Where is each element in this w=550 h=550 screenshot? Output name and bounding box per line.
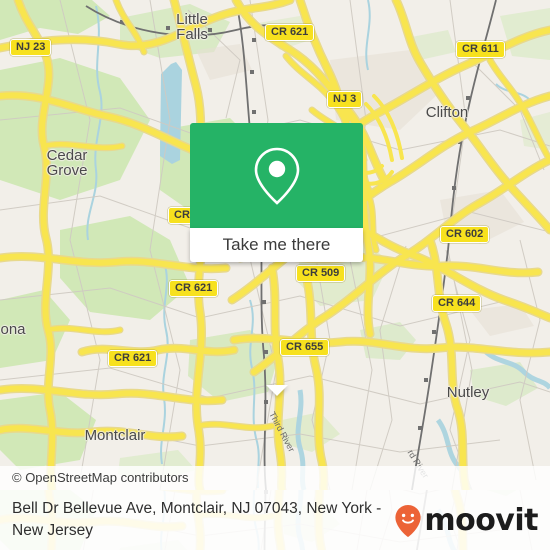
map-place-label: Nutley <box>446 384 490 401</box>
map-place-label: Montclair <box>84 427 146 444</box>
location-popup-card[interactable]: Take me there <box>190 123 363 396</box>
moovit-logo[interactable]: moovit <box>394 504 538 538</box>
moovit-wordmark: moovit <box>424 503 538 538</box>
moovit-pin-icon <box>395 505 421 537</box>
route-shield-cr-509[interactable]: CR 509 <box>296 265 346 282</box>
take-me-there-label: Take me there <box>222 235 331 254</box>
map-place-label: Cedar Grove <box>46 147 88 179</box>
map-place-label: ona <box>0 321 26 338</box>
popup-card-header <box>190 123 363 228</box>
location-pin-icon <box>254 147 299 205</box>
route-shield-cr-611[interactable]: CR 611 <box>456 41 505 58</box>
route-shield-cr-621-b[interactable]: CR 621 <box>169 280 219 297</box>
take-me-there-button[interactable]: Take me there <box>190 228 363 262</box>
route-shield-cr-621-c[interactable]: CR 621 <box>108 350 158 367</box>
footer-bar: Bell Dr Bellevue Ave, Montclair, NJ 0704… <box>0 490 550 550</box>
map-place-label: Little Falls <box>176 11 208 43</box>
route-shield-cr-644[interactable]: CR 644 <box>432 295 482 312</box>
route-shield-cr-655[interactable]: CR 655 <box>280 339 330 356</box>
route-shield-nj-3[interactable]: NJ 3 <box>327 91 363 108</box>
map-place-label: Clifton <box>425 104 469 121</box>
route-shield-nj-23[interactable]: NJ 23 <box>10 39 52 56</box>
route-shield-cr-602[interactable]: CR 602 <box>440 226 490 243</box>
route-shield-cr-621[interactable]: CR 621 <box>265 24 315 41</box>
screenshot-root: Little Falls Cedar Grove Clifton ona Mon… <box>0 0 550 550</box>
map-attribution-bar: © OpenStreetMap contributors <box>0 466 550 490</box>
location-address: Bell Dr Bellevue Ave, Montclair, NJ 0704… <box>12 500 382 539</box>
popup-card-tail <box>265 385 288 396</box>
map-attribution-text: © OpenStreetMap contributors <box>12 470 189 485</box>
